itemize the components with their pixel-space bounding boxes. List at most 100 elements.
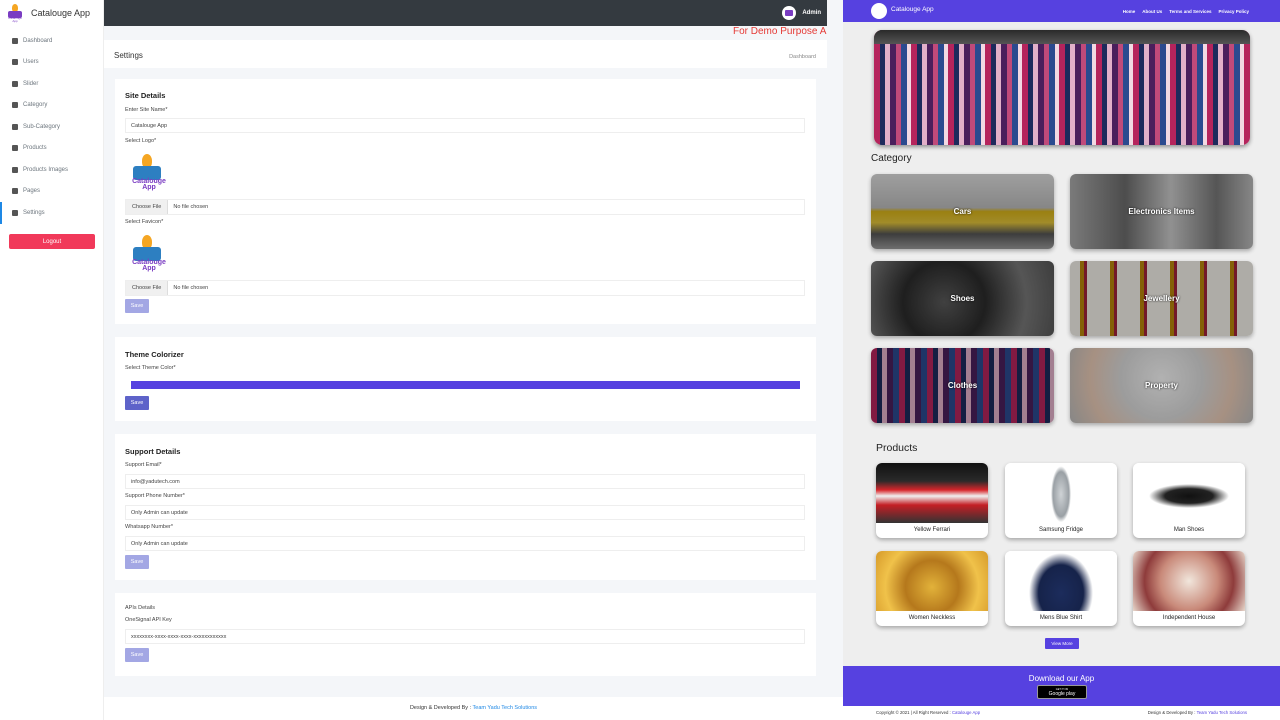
user-menu[interactable]: Admin <box>782 6 821 20</box>
support-title: Support Details <box>125 447 181 456</box>
sidebar-item-products-images[interactable]: Products Images <box>0 159 103 181</box>
store-footer: Copyright © 2021 | All Right Reserved : … <box>843 706 1280 720</box>
product-image <box>1133 551 1245 611</box>
product-image <box>876 463 988 523</box>
sidebar-item-products[interactable]: Products <box>0 138 103 160</box>
whatsapp-label: Whatsapp Number* <box>125 524 173 530</box>
nav-link-terms[interactable]: Terms and Services <box>1169 9 1211 14</box>
theme-card: Theme Colorizer Select Theme Color* Save <box>115 337 816 421</box>
google-play-badge[interactable]: GET IT ON Google play <box>1037 685 1087 699</box>
nav-link-privacy[interactable]: Privacy Policy <box>1218 9 1249 14</box>
sidebar: Catalouge App Catalouge App Dashboard Us… <box>0 0 104 720</box>
favicon-label: Select Favicon* <box>125 219 164 225</box>
page-title: Settings <box>114 51 143 60</box>
download-title: Download our App <box>1028 674 1095 683</box>
nav-link-about[interactable]: About Us <box>1142 9 1162 14</box>
sidebar-item-settings[interactable]: Settings <box>0 202 103 224</box>
breadcrumb[interactable]: Dashboard <box>789 54 816 60</box>
product-image <box>1133 463 1245 523</box>
gear-icon <box>12 209 18 216</box>
demo-banner: For Demo Purpose A <box>733 26 827 37</box>
file-icon <box>12 188 18 195</box>
whatsapp-input[interactable]: Only Admin can update <box>125 536 805 551</box>
admin-footer: Design & Developed By : Team Yadu Tech S… <box>104 697 843 720</box>
favicon-preview-icon: Catalouge App <box>127 235 167 273</box>
category-card-electronics[interactable]: Electronics Items <box>1070 174 1253 249</box>
brand-name: Catalouge App <box>31 8 91 18</box>
product-card-yellow-ferrari[interactable]: Yellow Ferrari <box>876 463 988 538</box>
download-app-section: Download our App GET IT ON Google play <box>843 666 1280 706</box>
site-details-title: Site Details <box>125 91 166 100</box>
theme-color-picker[interactable] <box>131 381 800 389</box>
category-card-property[interactable]: Property <box>1070 348 1253 423</box>
product-card-samsung-fridge[interactable]: Samsung Fridge <box>1005 463 1117 538</box>
product-card-independent-house[interactable]: Independent House <box>1133 551 1245 626</box>
products-title: Products <box>876 442 918 454</box>
copyright-link[interactable]: Catalouge App <box>952 710 980 715</box>
favicon-file-input[interactable]: Choose File No file chosen <box>125 280 805 296</box>
product-card-man-shoes[interactable]: Man Shoes <box>1133 463 1245 538</box>
site-save-button[interactable]: Save <box>125 299 149 313</box>
choose-file-button[interactable]: Choose File <box>126 200 169 214</box>
logo-label: Select Logo* <box>125 138 157 144</box>
product-card-mens-blue-shirt[interactable]: Mens Blue Shirt <box>1005 551 1117 626</box>
page-header: Settings Dashboard <box>104 40 827 68</box>
site-details-card: Site Details Enter Site Name* Catalouge … <box>115 79 816 324</box>
store-navbar: Catalouge App Home About Us Terms and Se… <box>843 0 1280 22</box>
admin-panel: Catalouge App Catalouge App Dashboard Us… <box>0 0 843 720</box>
theme-color-label: Select Theme Color* <box>125 365 176 371</box>
view-more-button[interactable]: View More <box>1045 638 1079 649</box>
site-name-input[interactable]: Catalouge App <box>125 118 805 133</box>
list-icon <box>12 102 18 109</box>
sidebar-item-dashboard[interactable]: Dashboard <box>0 30 103 52</box>
logo-file-input[interactable]: Choose File No file chosen <box>125 199 805 215</box>
sidebar-item-slider[interactable]: Slider <box>0 73 103 95</box>
no-file-text: No file chosen <box>173 204 209 210</box>
support-phone-input[interactable]: Only Admin can update <box>125 505 805 520</box>
support-save-button[interactable]: Save <box>125 555 149 569</box>
product-image <box>1005 551 1117 611</box>
product-card-women-neckless[interactable]: Women Neckless <box>876 551 988 626</box>
app-logo-icon: Catalouge App <box>7 4 23 23</box>
theme-save-button[interactable]: Save <box>125 396 149 410</box>
logo-preview-icon: Catalouge App <box>127 154 167 192</box>
store-dev-link[interactable]: Team Yadu Tech Solutions <box>1197 710 1247 715</box>
store-brand[interactable]: Catalouge App <box>891 6 934 13</box>
sidebar-brand[interactable]: Catalouge App Catalouge App <box>0 0 103 26</box>
nav-link-home[interactable]: Home <box>1123 9 1136 14</box>
apis-title: APIs Details <box>125 605 155 611</box>
category-title: Category <box>871 153 912 164</box>
avatar <box>782 6 797 20</box>
category-card-shoes[interactable]: Shoes <box>871 261 1054 336</box>
image-icon <box>12 80 18 87</box>
box-icon <box>12 145 18 152</box>
home-icon <box>12 37 18 44</box>
sidebar-item-category[interactable]: Category <box>0 95 103 117</box>
store-preview: Catalouge App Home About Us Terms and Se… <box>843 0 1280 720</box>
support-email-label: Support Email* <box>125 462 162 468</box>
store-dev-text: Design & Developed By : Team Yadu Tech S… <box>1147 710 1247 715</box>
logout-button[interactable]: Logout <box>9 234 95 249</box>
store-nav-links: Home About Us Terms and Services Privacy… <box>1123 9 1249 14</box>
onesignal-input[interactable]: xxxxxxxx-xxxx-xxxx-xxxx-xxxxxxxxxxxx <box>125 629 805 644</box>
apis-save-button[interactable]: Save <box>125 648 149 662</box>
hero-slider-image[interactable] <box>874 30 1250 145</box>
category-card-clothes[interactable]: Clothes <box>871 348 1054 423</box>
user-name: Admin <box>802 10 821 16</box>
product-image <box>876 551 988 611</box>
footer-dev-link[interactable]: Team Yadu Tech Solutions <box>473 705 538 711</box>
choose-file-button[interactable]: Choose File <box>126 281 169 295</box>
topbar: Admin <box>104 0 827 26</box>
store-logo-icon[interactable] <box>871 3 887 19</box>
site-name-label: Enter Site Name* <box>125 107 168 113</box>
category-card-jewellery[interactable]: Jewellery <box>1070 261 1253 336</box>
support-email-input[interactable]: info@yadutech.com <box>125 474 805 489</box>
support-card: Support Details Support Email* info@yadu… <box>115 434 816 580</box>
sidebar-item-sub-category[interactable]: Sub-Category <box>0 116 103 138</box>
no-file-text: No file chosen <box>173 285 209 291</box>
support-phone-label: Support Phone Number* <box>125 493 185 499</box>
sidebar-item-pages[interactable]: Pages <box>0 181 103 203</box>
onesignal-label: OneSignal API Key <box>125 617 172 623</box>
sidebar-item-users[interactable]: Users <box>0 52 103 74</box>
category-card-cars[interactable]: Cars <box>871 174 1054 249</box>
